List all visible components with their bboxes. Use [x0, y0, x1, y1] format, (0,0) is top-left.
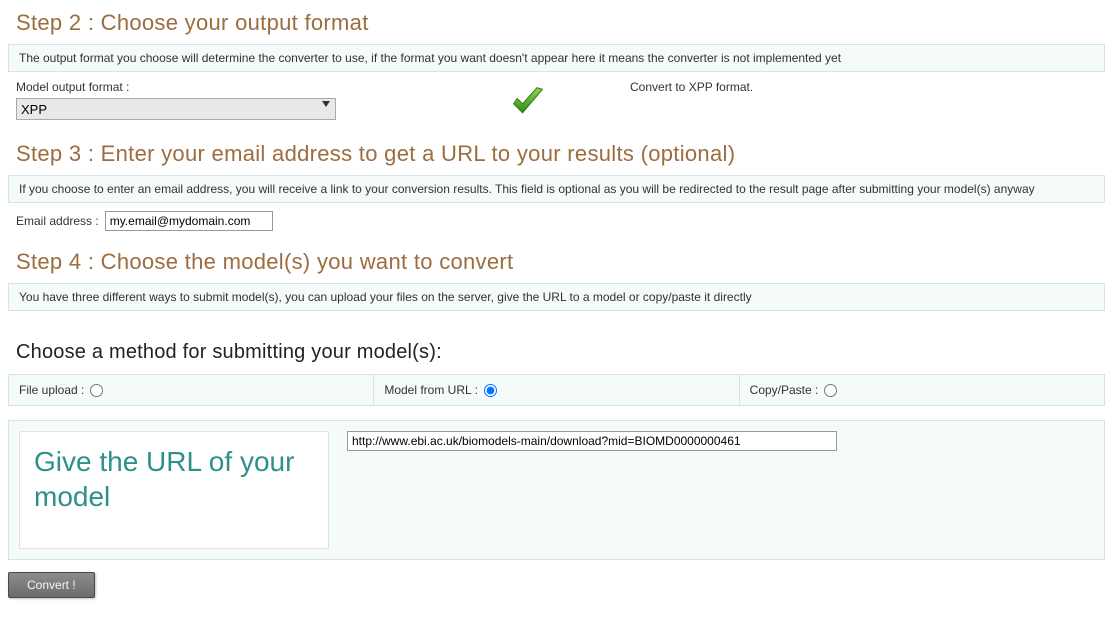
method-row: File upload : Model from URL : Copy/Past…: [8, 374, 1105, 406]
step4-info: You have three different ways to submit …: [8, 283, 1105, 311]
url-panel: Give the URL of your model: [8, 420, 1105, 560]
method-copy-paste[interactable]: Copy/Paste :: [740, 375, 1104, 405]
format-description: Convert to XPP format.: [630, 80, 753, 94]
method-file-upload[interactable]: File upload :: [9, 375, 374, 405]
url-panel-title: Give the URL of your model: [34, 444, 314, 514]
step4-heading: Step 4 : Choose the model(s) you want to…: [0, 239, 1113, 283]
method-copy-paste-radio[interactable]: [824, 384, 837, 397]
method-heading: Choose a method for submitting your mode…: [0, 311, 1113, 374]
method-model-url[interactable]: Model from URL :: [374, 375, 739, 405]
email-input[interactable]: [105, 211, 273, 231]
method-label: Model from URL :: [384, 383, 478, 397]
method-model-url-radio[interactable]: [484, 384, 497, 397]
format-select[interactable]: XPP: [16, 98, 336, 120]
step2-info: The output format you choose will determ…: [8, 44, 1105, 72]
method-label: File upload :: [19, 383, 84, 397]
method-label: Copy/Paste :: [750, 383, 819, 397]
step3-info: If you choose to enter an email address,…: [8, 175, 1105, 203]
convert-button[interactable]: Convert !: [8, 572, 95, 598]
email-label: Email address :: [16, 214, 99, 228]
step3-heading: Step 3 : Enter your email address to get…: [0, 131, 1113, 175]
format-label: Model output format :: [16, 80, 416, 94]
method-file-upload-radio[interactable]: [90, 384, 103, 397]
check-icon: [440, 80, 546, 123]
step2-heading: Step 2 : Choose your output format: [0, 0, 1113, 44]
model-url-input[interactable]: [347, 431, 837, 451]
